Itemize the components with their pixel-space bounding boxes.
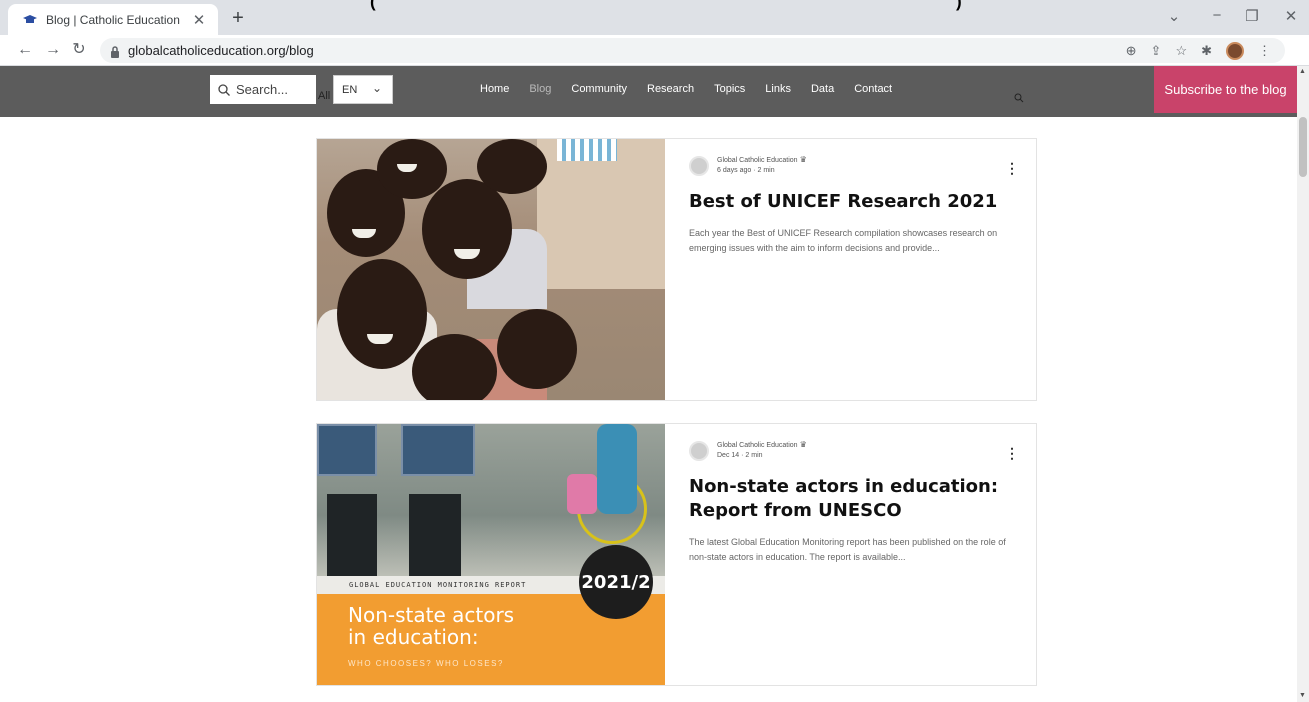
post-body: Global Catholic Education ♛ Dec 14 · 2 mi… [689, 440, 1019, 565]
menu-icon[interactable]: ⋮ [1258, 43, 1271, 59]
nav-topics[interactable]: Topics [714, 83, 745, 95]
browser-tab-bar: Blog | Catholic Education ✕ + ( ) ⌄ − ❐ … [0, 0, 1309, 35]
main-nav: Home Blog Community Research Topics Link… [480, 83, 912, 95]
close-window-icon[interactable]: ✕ [1279, 7, 1303, 25]
bookmark-star-icon[interactable]: ☆ [1175, 43, 1187, 59]
post-title[interactable]: Non-state actors in education: Report fr… [689, 475, 1019, 523]
blog-post-card[interactable]: Global Catholic Education ♛ 6 days ago · … [316, 138, 1037, 401]
crown-icon: ♛ [799, 440, 807, 449]
subscribe-button[interactable]: Subscribe to the blog [1154, 66, 1297, 113]
tab-title: Blog | Catholic Education [46, 12, 180, 27]
post-date: 6 days ago [717, 167, 752, 174]
share-icon[interactable]: ⇪ [1151, 43, 1162, 59]
crown-icon: ♛ [799, 155, 807, 164]
read-time: 2 min [757, 167, 775, 174]
nav-data[interactable]: Data [811, 83, 834, 95]
graduation-cap-icon [22, 12, 38, 28]
post-body: Global Catholic Education ♛ 6 days ago · … [689, 155, 1019, 256]
minimize-icon[interactable]: − [1205, 7, 1229, 24]
language-value: EN [342, 83, 358, 96]
nav-community[interactable]: Community [571, 83, 627, 95]
language-select[interactable]: EN ⌄ [333, 75, 393, 104]
author-avatar[interactable] [689, 155, 709, 176]
post-image-children[interactable] [317, 139, 665, 400]
report-badge: 2021/2 [579, 545, 653, 619]
close-tab-icon[interactable]: ✕ [190, 11, 208, 29]
site-header: Search... All EN ⌄ Home Blog Community R… [0, 66, 1297, 117]
back-icon[interactable]: ← [14, 39, 36, 61]
report-heading-line2: in education: [348, 625, 479, 649]
nav-blog[interactable]: Blog [529, 83, 551, 95]
post-excerpt: Each year the Best of UNICEF Research co… [689, 228, 998, 253]
scroll-up-arrow-icon[interactable]: ▲ [1299, 68, 1306, 75]
extensions-icon[interactable]: ✱ [1201, 43, 1212, 59]
blog-post-card[interactable]: GLOBAL EDUCATION MONITORING REPORT Non-s… [316, 423, 1037, 686]
read-time: 2 min [745, 452, 763, 459]
more-options-icon[interactable]: ⋮ [1005, 161, 1019, 175]
chevron-down-icon: ⌄ [371, 81, 382, 95]
profile-avatar[interactable] [1226, 42, 1244, 60]
url-text: globalcatholiceducation.org/blog [128, 43, 314, 58]
post-meta: Global Catholic Education ♛ Dec 14 · 2 mi… [689, 440, 1019, 461]
new-tab-button[interactable]: + [226, 6, 250, 30]
search-placeholder: Search... [236, 82, 289, 97]
author-name[interactable]: Global Catholic Education [717, 157, 798, 164]
reload-icon[interactable]: ↻ [68, 39, 90, 61]
browser-tab[interactable]: Blog | Catholic Education ✕ [8, 4, 218, 35]
lock-icon [110, 45, 120, 58]
report-heading-line1: Non-state actors [348, 603, 515, 627]
page-scrollbar[interactable]: ▲ ▼ [1297, 66, 1309, 702]
search-icon [218, 83, 230, 96]
nav-research[interactable]: Research [647, 83, 694, 95]
report-subheading: WHO CHOOSES? WHO LOSES? [348, 659, 504, 668]
cropped-link-fragment: ( ) [370, 0, 962, 11]
tab-search-icon[interactable]: ⌄ [1162, 7, 1186, 25]
search-scope-label: All [318, 90, 331, 102]
more-options-icon[interactable]: ⋮ [1005, 446, 1019, 460]
search-box[interactable]: Search... [210, 75, 316, 104]
forward-icon[interactable]: → [42, 39, 64, 61]
restore-icon[interactable]: ❐ [1240, 7, 1264, 25]
header-search-icon[interactable] [1014, 93, 1024, 103]
zoom-icon[interactable]: ⊕ [1126, 43, 1137, 59]
post-image-report-cover[interactable]: GLOBAL EDUCATION MONITORING REPORT Non-s… [317, 424, 665, 685]
author-avatar[interactable] [689, 440, 709, 461]
post-date: Dec 14 [717, 452, 740, 459]
nav-contact[interactable]: Contact [854, 83, 892, 95]
author-name[interactable]: Global Catholic Education [717, 442, 798, 449]
scrollbar-thumb[interactable] [1299, 117, 1307, 177]
omnibox[interactable]: globalcatholiceducation.org/blog ⊕ ⇪ ☆ ✱… [100, 38, 1285, 63]
scroll-down-arrow-icon[interactable]: ▼ [1299, 692, 1306, 699]
nav-links[interactable]: Links [765, 83, 791, 95]
post-excerpt: The latest Global Education Monitoring r… [689, 537, 1006, 562]
post-title[interactable]: Best of UNICEF Research 2021 [689, 190, 1019, 214]
nav-home[interactable]: Home [480, 83, 509, 95]
address-bar-row: ← → ↻ globalcatholiceducation.org/blog ⊕… [0, 35, 1309, 66]
post-meta: Global Catholic Education ♛ 6 days ago · … [689, 155, 1019, 176]
